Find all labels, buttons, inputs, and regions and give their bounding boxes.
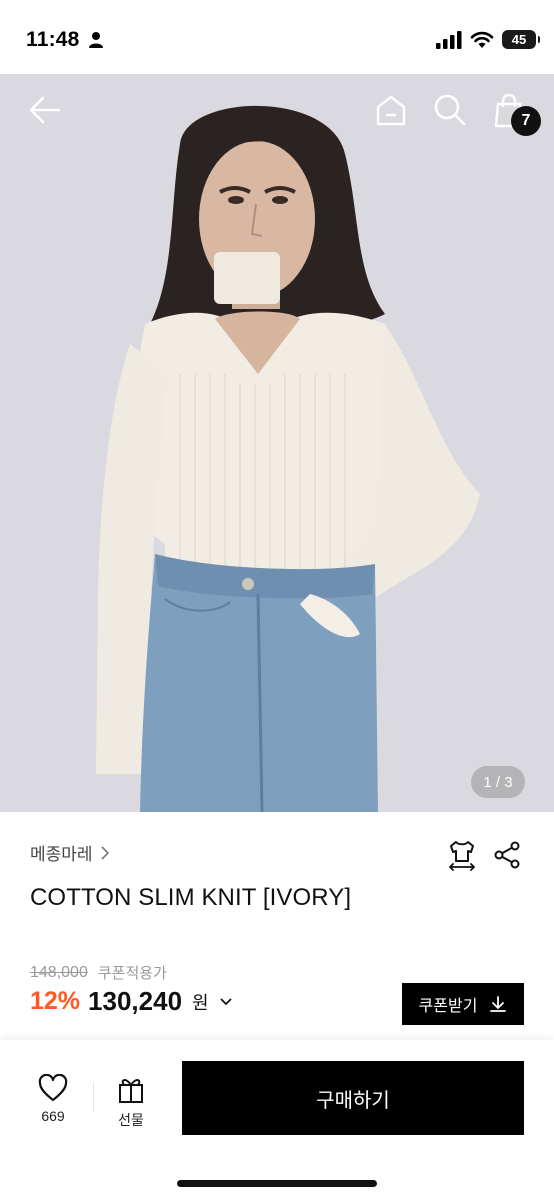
back-button[interactable] [25,90,65,130]
wifi-icon [470,31,494,48]
status-indicators: 45 [436,30,540,49]
back-arrow-icon [29,96,61,124]
coupon-price-note: 쿠폰적용가 [97,965,167,982]
gift-label: 선물 [118,1112,144,1128]
sale-price: 130,240 [88,986,183,1016]
price-details-toggle[interactable]: 12% 130,240 원 [30,986,233,1017]
chevron-down-icon [219,997,232,1005]
share-button[interactable] [490,838,524,872]
brand-name: 메종마레 [30,845,93,864]
buy-button[interactable]: 구매하기 [182,1061,524,1135]
top-navigation [0,74,554,146]
size-guide-button[interactable] [445,838,479,872]
coupon-button-label: 쿠폰받기 [418,998,478,1015]
search-button[interactable] [430,90,470,130]
gift-button[interactable]: 선물 [106,1074,156,1130]
gift-icon [119,1079,143,1103]
share-icon [494,841,520,869]
status-bar: 11:48 45 [0,0,554,74]
buy-button-label: 구매하기 [316,1089,390,1112]
cart-count-badge: 7 [511,106,541,136]
shirt-size-icon [448,841,476,871]
divider [93,1082,94,1112]
get-coupon-button[interactable]: 쿠폰받기 [402,983,524,1025]
home-icon [376,95,406,126]
brand-link[interactable]: 메종마레 [30,840,111,865]
search-icon [434,94,466,126]
battery-icon: 45 [502,30,540,49]
discount-rate: 12% [30,987,81,1015]
image-page-indicator: 1 / 3 [471,766,525,798]
heart-icon [38,1074,68,1102]
product-image[interactable] [0,74,554,812]
home-button[interactable] [371,90,411,130]
original-price: 148,000 [30,963,88,981]
person-icon [89,32,103,48]
chevron-right-icon [100,845,109,860]
download-icon [490,996,507,1012]
model-photo [0,74,554,812]
signal-icon [436,30,462,49]
original-price-row: 148,000 쿠폰적용가 [30,962,167,983]
like-count: 669 [41,1108,65,1124]
product-title: COTTON SLIM KNIT [IVORY] [30,884,352,911]
home-indicator [177,1180,377,1187]
status-time: 11:48 [26,28,80,51]
like-button[interactable]: 669 [28,1074,78,1124]
currency-label: 원 [192,992,209,1013]
